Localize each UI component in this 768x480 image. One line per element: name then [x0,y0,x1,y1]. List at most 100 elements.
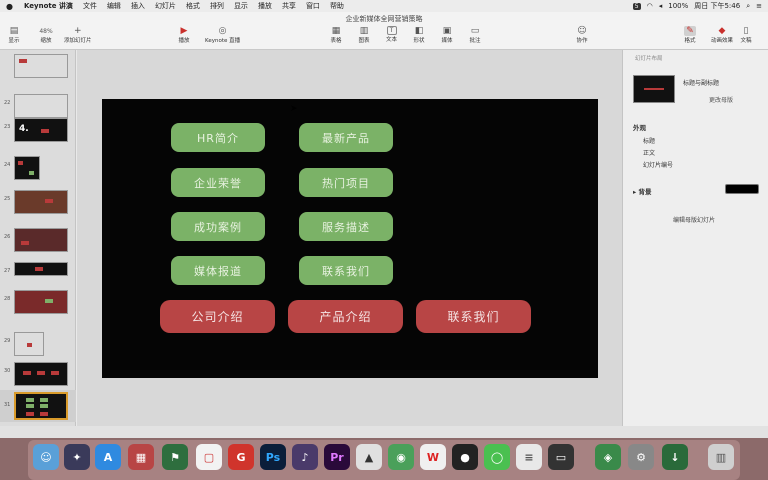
thumbnail-image [14,392,68,420]
green-button-contact[interactable]: 联系我们 [299,256,393,285]
chrome-icon[interactable]: ◉ [388,444,414,470]
slide-thumbnail[interactable]: 25 [0,188,76,214]
media-player-icon[interactable]: ♪ [292,444,318,470]
document-title: 企业新媒体全网营销策略 [345,15,423,23]
change-master-button[interactable]: 更改母版 [709,95,733,104]
menu-play[interactable]: 播放 [258,1,272,11]
green-button-service[interactable]: 服务描述 [299,212,393,241]
calendar-icon[interactable]: ▢ [196,444,222,470]
layout-thumbnail[interactable] [633,75,675,103]
wechat-icon[interactable]: ◯ [484,444,510,470]
comment-button[interactable]: ▭ 批注 [469,26,481,44]
volume-icon[interactable]: ◂ [659,2,663,10]
menu-list-icon[interactable]: ≡ [756,2,762,10]
menu-format[interactable]: 格式 [186,1,200,11]
green-button-media-reports[interactable]: 媒体报道 [171,256,265,285]
slide-thumbnail[interactable]: 27 [0,260,76,286]
battery-label[interactable]: 100% [668,2,688,10]
download-icon[interactable]: ↓ [662,444,688,470]
shape-icon: ◧ [414,26,424,36]
text-button[interactable]: T 文本 [386,26,397,43]
menu-insert[interactable]: 插入 [131,1,145,11]
green-button-hot-projects[interactable]: 热门项目 [299,168,393,197]
format-brush-icon: ✎ [684,26,696,36]
view-button[interactable]: ▤ 显示 [8,26,20,44]
red-app-icon[interactable]: G [228,444,254,470]
premiere-icon[interactable]: Pr [324,444,350,470]
menu-help[interactable]: 帮助 [330,1,344,11]
menu-share[interactable]: 共享 [282,1,296,11]
checkbox-body[interactable]: 正文 [643,148,655,157]
menu-keynote[interactable]: Keynote 讲演 [24,1,73,11]
slide-thumbnail-selected[interactable]: 31 [0,390,76,422]
shape-button[interactable]: ◧ 形状 [413,26,425,44]
animate-button[interactable]: ◆ 动画效果 [711,26,733,44]
menu-slide[interactable]: 幻灯片 [155,1,176,11]
add-slide-button[interactable]: + 添加幻灯片 [64,26,92,44]
photoshop-icon[interactable]: Ps [260,444,286,470]
document-button[interactable]: ▯ 文稿 [740,26,752,44]
slide-thumbnail[interactable]: 30 [0,360,76,386]
menu-window[interactable]: 窗口 [306,1,320,11]
qq-icon[interactable]: ● [452,444,478,470]
play-button[interactable]: ▶ 播放 [178,26,190,44]
comment-icon: ▭ [470,26,480,36]
slide-thumbnail[interactable]: 28 [0,288,76,314]
background-title[interactable]: ▸ 背景 [633,186,652,196]
window-app-icon[interactable]: ▭ [548,444,574,470]
media-button[interactable]: ▣ 媒体 [441,26,453,44]
format-button[interactable]: ✎ 格式 [684,26,696,44]
menu-edit[interactable]: 编辑 [107,1,121,11]
current-slide[interactable]: HR简介 最新产品 企业荣誉 热门项目 成功案例 服务描述 媒体报道 联系我们 … [102,99,598,378]
status-strip [0,426,768,438]
keynote-icon[interactable]: ▲ [356,444,382,470]
slide-thumbnail[interactable]: 24 [0,154,76,180]
clock[interactable]: 周日 下午5:46 [694,1,740,11]
zoom-control[interactable]: 48% 缩放 [36,26,56,45]
app-store-icon[interactable]: A [95,444,121,470]
trash-icon[interactable]: ▥ [708,444,734,470]
utility-icon[interactable]: ⚑ [162,444,188,470]
slide-thumbnail[interactable] [0,52,76,78]
green-button-honors[interactable]: 企业荣誉 [171,168,265,197]
slide-thumbnail[interactable]: 29 [0,330,76,356]
apple-icon[interactable]: ● [6,2,14,11]
shared-folder-icon[interactable]: ◈ [595,444,621,470]
red-button-company-intro[interactable]: 公司介绍 [160,300,275,333]
menu-file[interactable]: 文件 [83,1,97,11]
slide-thumbnail[interactable]: 23 4. [0,116,76,142]
search-icon[interactable]: ⌕ [746,2,750,11]
red-button-product-intro[interactable]: 产品介绍 [288,300,403,333]
wifi-icon[interactable]: ◠ [647,2,653,10]
table-button[interactable]: ▦ 表格 [330,26,342,44]
system-preferences-icon[interactable]: ⚙ [628,444,654,470]
notes-icon[interactable]: ≡ [516,444,542,470]
keynote-live-button[interactable]: ◎ Keynote 直播 [205,26,240,44]
slide-thumbnail[interactable]: 22 [0,92,76,118]
wps-icon[interactable]: W [420,444,446,470]
chart-button[interactable]: ▥ 图表 [358,26,370,44]
launchpad-icon[interactable]: ✦ [64,444,90,470]
inspector-header: 幻灯片布局 [635,56,663,62]
checkbox-slide-number[interactable]: 幻灯片编号 [643,160,673,169]
thumbnail-image [14,332,44,356]
green-button-hr-intro[interactable]: HR简介 [171,123,265,152]
slide-thumbnail[interactable]: 26 [0,226,76,252]
menu-arrange[interactable]: 排列 [210,1,224,11]
checkbox-title[interactable]: 标题 [643,136,655,145]
red-button-contact-us[interactable]: 联系我们 [416,300,531,333]
edit-master-button[interactable]: 编辑母版幻灯片 [673,215,715,224]
green-button-new-products[interactable]: 最新产品 [299,123,393,152]
notification-badge[interactable]: 5 [632,2,641,10]
desktop-dock-area: ☺ ✦ A ▦ ⚑ ▢ G Ps ♪ Pr ▲ ◉ W ● ◯ ≡ ▭ ◈ ⚙ … [0,426,768,480]
green-button-success-cases[interactable]: 成功案例 [171,212,265,241]
slide-navigator[interactable]: 22 23 4. 24 25 26 27 28 29 30 31 [0,50,76,426]
finder-icon[interactable]: ☺ [33,444,59,470]
mouse-cursor-icon: ➤ [290,104,298,114]
background-color-well[interactable] [725,184,759,194]
collaborate-button[interactable]: ☺ 协作 [576,26,588,44]
play-icon: ▶ [180,26,188,36]
thumbnail-image [14,54,68,78]
menu-view[interactable]: 显示 [234,1,248,11]
photo-app-icon[interactable]: ▦ [128,444,154,470]
